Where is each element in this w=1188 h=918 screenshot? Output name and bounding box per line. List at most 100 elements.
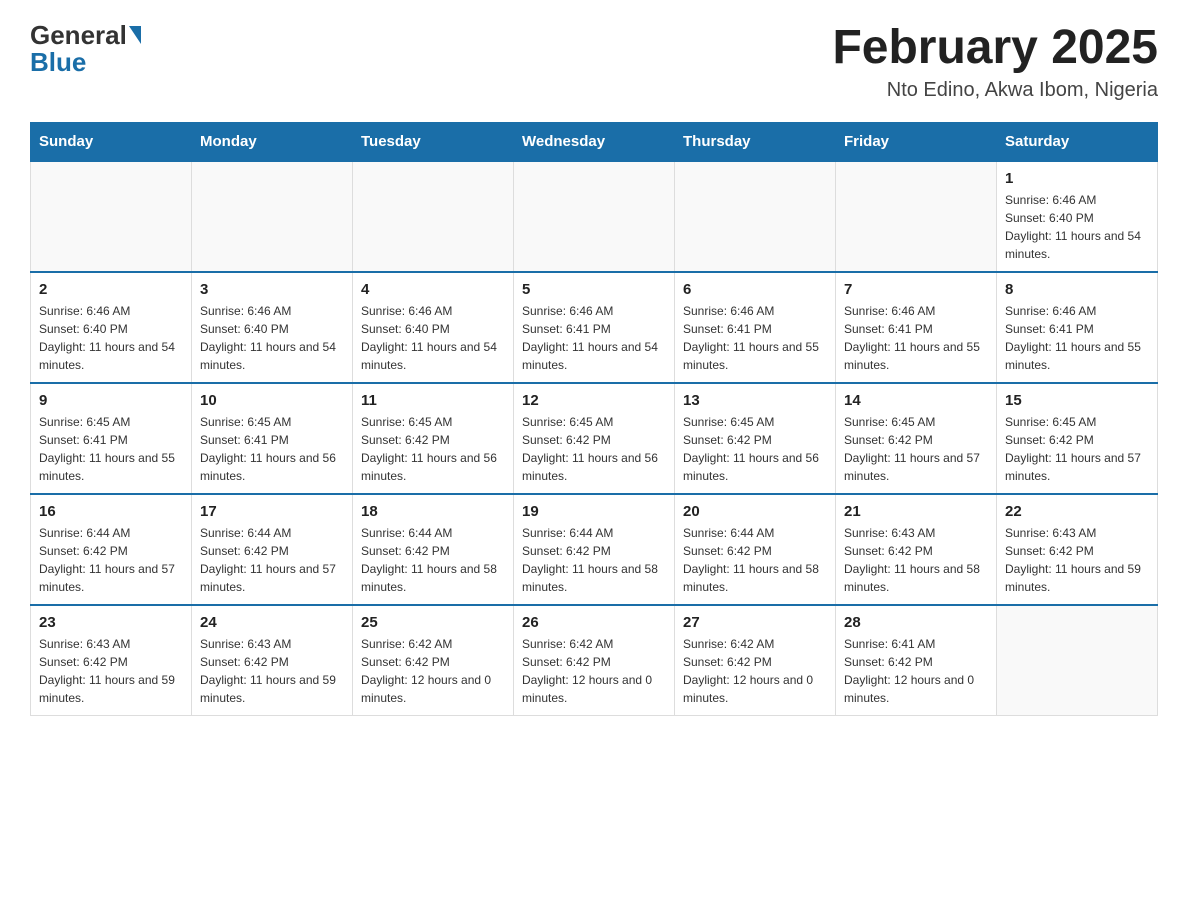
calendar-cell: 28 Sunrise: 6:41 AMSunset: 6:42 PMDayligh… — [836, 605, 997, 716]
logo: General Blue — [30, 20, 141, 78]
calendar-cell: 3 Sunrise: 6:46 AMSunset: 6:40 PMDaylight… — [192, 272, 353, 383]
calendar-cell: 2 Sunrise: 6:46 AMSunset: 6:40 PMDaylight… — [31, 272, 192, 383]
calendar-cell: 27 Sunrise: 6:42 AMSunset: 6:42 PMDayligh… — [675, 605, 836, 716]
day-number: 4 — [361, 281, 505, 298]
day-number: 26 — [522, 614, 666, 631]
day-number: 18 — [361, 503, 505, 520]
calendar-cell: 21 Sunrise: 6:43 AMSunset: 6:42 PMDayligh… — [836, 494, 997, 605]
title-block: February 2025 Nto Edino, Akwa Ibom, Nige… — [832, 20, 1158, 102]
day-info: Sunrise: 6:46 AMSunset: 6:41 PMDaylight:… — [683, 302, 827, 374]
day-info: Sunrise: 6:46 AMSunset: 6:41 PMDaylight:… — [522, 302, 666, 374]
calendar-week-row: 2 Sunrise: 6:46 AMSunset: 6:40 PMDaylight… — [31, 272, 1158, 383]
day-info: Sunrise: 6:45 AMSunset: 6:41 PMDaylight:… — [200, 413, 344, 485]
day-number: 11 — [361, 392, 505, 409]
day-info: Sunrise: 6:43 AMSunset: 6:42 PMDaylight:… — [1005, 524, 1149, 596]
day-info: Sunrise: 6:41 AMSunset: 6:42 PMDaylight:… — [844, 635, 988, 707]
day-number: 27 — [683, 614, 827, 631]
calendar-week-row: 9 Sunrise: 6:45 AMSunset: 6:41 PMDaylight… — [31, 383, 1158, 494]
day-number: 17 — [200, 503, 344, 520]
day-info: Sunrise: 6:43 AMSunset: 6:42 PMDaylight:… — [844, 524, 988, 596]
day-number: 2 — [39, 281, 183, 298]
day-number: 28 — [844, 614, 988, 631]
day-info: Sunrise: 6:45 AMSunset: 6:42 PMDaylight:… — [844, 413, 988, 485]
day-number: 3 — [200, 281, 344, 298]
calendar-cell: 19Sunrise: 6:44 AMSunset: 6:42 PMDayligh… — [514, 494, 675, 605]
day-number: 20 — [683, 503, 827, 520]
calendar-cell: 11Sunrise: 6:45 AMSunset: 6:42 PMDayligh… — [353, 383, 514, 494]
day-info: Sunrise: 6:44 AMSunset: 6:42 PMDaylight:… — [683, 524, 827, 596]
day-number: 1 — [1005, 170, 1149, 187]
calendar-cell: 17 Sunrise: 6:44 AMSunset: 6:42 PMDayligh… — [192, 494, 353, 605]
location-title: Nto Edino, Akwa Ibom, Nigeria — [832, 79, 1158, 102]
calendar-header-row: SundayMondayTuesdayWednesdayThursdayFrid… — [31, 123, 1158, 162]
day-number: 24 — [200, 614, 344, 631]
calendar-cell: 26 Sunrise: 6:42 AMSunset: 6:42 PMDayligh… — [514, 605, 675, 716]
day-info: Sunrise: 6:45 AMSunset: 6:42 PMDaylight:… — [683, 413, 827, 485]
calendar-cell — [192, 161, 353, 272]
calendar-cell: 14 Sunrise: 6:45 AMSunset: 6:42 PMDayligh… — [836, 383, 997, 494]
calendar-week-row: 1 Sunrise: 6:46 AMSunset: 6:40 PMDaylight… — [31, 161, 1158, 272]
day-info: Sunrise: 6:42 AMSunset: 6:42 PMDaylight:… — [522, 635, 666, 707]
calendar-cell — [353, 161, 514, 272]
calendar-week-row: 23 Sunrise: 6:43 AMSunset: 6:42 PMDayligh… — [31, 605, 1158, 716]
day-info: Sunrise: 6:45 AMSunset: 6:41 PMDaylight:… — [39, 413, 183, 485]
day-number: 6 — [683, 281, 827, 298]
calendar-header-friday: Friday — [836, 123, 997, 162]
day-number: 10 — [200, 392, 344, 409]
day-info: Sunrise: 6:43 AMSunset: 6:42 PMDaylight:… — [39, 635, 183, 707]
day-info: Sunrise: 6:46 AMSunset: 6:40 PMDaylight:… — [361, 302, 505, 374]
calendar-header-tuesday: Tuesday — [353, 123, 514, 162]
day-info: Sunrise: 6:44 AMSunset: 6:42 PMDaylight:… — [200, 524, 344, 596]
calendar-cell: 10 Sunrise: 6:45 AMSunset: 6:41 PMDayligh… — [192, 383, 353, 494]
calendar-cell: 25Sunrise: 6:42 AMSunset: 6:42 PMDayligh… — [353, 605, 514, 716]
calendar-cell: 16 Sunrise: 6:44 AMSunset: 6:42 PMDayligh… — [31, 494, 192, 605]
calendar-cell: 5 Sunrise: 6:46 AMSunset: 6:41 PMDaylight… — [514, 272, 675, 383]
calendar-cell: 7 Sunrise: 6:46 AMSunset: 6:41 PMDaylight… — [836, 272, 997, 383]
page-header: General Blue February 2025 Nto Edino, Ak… — [30, 20, 1158, 102]
calendar-cell — [31, 161, 192, 272]
calendar-header-monday: Monday — [192, 123, 353, 162]
calendar-cell — [675, 161, 836, 272]
calendar-cell: 6 Sunrise: 6:46 AMSunset: 6:41 PMDaylight… — [675, 272, 836, 383]
day-number: 15 — [1005, 392, 1149, 409]
day-number: 5 — [522, 281, 666, 298]
day-number: 12 — [522, 392, 666, 409]
calendar-cell: 22 Sunrise: 6:43 AMSunset: 6:42 PMDayligh… — [997, 494, 1158, 605]
day-info: Sunrise: 6:45 AMSunset: 6:42 PMDaylight:… — [522, 413, 666, 485]
calendar-header-wednesday: Wednesday — [514, 123, 675, 162]
logo-blue-text: Blue — [30, 47, 86, 78]
calendar-cell: 4 Sunrise: 6:46 AMSunset: 6:40 PMDaylight… — [353, 272, 514, 383]
day-number: 23 — [39, 614, 183, 631]
day-info: Sunrise: 6:46 AMSunset: 6:40 PMDaylight:… — [200, 302, 344, 374]
calendar-cell: 13 Sunrise: 6:45 AMSunset: 6:42 PMDayligh… — [675, 383, 836, 494]
month-title: February 2025 — [832, 20, 1158, 75]
calendar-cell: 15 Sunrise: 6:45 AMSunset: 6:42 PMDayligh… — [997, 383, 1158, 494]
day-info: Sunrise: 6:46 AMSunset: 6:41 PMDaylight:… — [1005, 302, 1149, 374]
day-info: Sunrise: 6:46 AMSunset: 6:40 PMDaylight:… — [1005, 191, 1149, 263]
day-number: 13 — [683, 392, 827, 409]
day-number: 14 — [844, 392, 988, 409]
day-info: Sunrise: 6:42 AMSunset: 6:42 PMDaylight:… — [683, 635, 827, 707]
day-number: 19 — [522, 503, 666, 520]
day-number: 16 — [39, 503, 183, 520]
day-number: 22 — [1005, 503, 1149, 520]
day-info: Sunrise: 6:45 AMSunset: 6:42 PMDaylight:… — [1005, 413, 1149, 485]
calendar-header-sunday: Sunday — [31, 123, 192, 162]
calendar-cell — [997, 605, 1158, 716]
calendar-cell — [514, 161, 675, 272]
calendar-cell — [836, 161, 997, 272]
day-info: Sunrise: 6:44 AMSunset: 6:42 PMDaylight:… — [39, 524, 183, 596]
calendar-cell: 24Sunrise: 6:43 AMSunset: 6:42 PMDayligh… — [192, 605, 353, 716]
day-number: 7 — [844, 281, 988, 298]
calendar-cell: 9 Sunrise: 6:45 AMSunset: 6:41 PMDaylight… — [31, 383, 192, 494]
calendar-week-row: 16 Sunrise: 6:44 AMSunset: 6:42 PMDayligh… — [31, 494, 1158, 605]
day-number: 21 — [844, 503, 988, 520]
day-number: 8 — [1005, 281, 1149, 298]
calendar-table: SundayMondayTuesdayWednesdayThursdayFrid… — [30, 122, 1158, 716]
day-number: 9 — [39, 392, 183, 409]
day-info: Sunrise: 6:46 AMSunset: 6:41 PMDaylight:… — [844, 302, 988, 374]
day-info: Sunrise: 6:46 AMSunset: 6:40 PMDaylight:… — [39, 302, 183, 374]
calendar-cell: 20 Sunrise: 6:44 AMSunset: 6:42 PMDayligh… — [675, 494, 836, 605]
calendar-cell: 12 Sunrise: 6:45 AMSunset: 6:42 PMDayligh… — [514, 383, 675, 494]
day-info: Sunrise: 6:42 AMSunset: 6:42 PMDaylight:… — [361, 635, 505, 707]
